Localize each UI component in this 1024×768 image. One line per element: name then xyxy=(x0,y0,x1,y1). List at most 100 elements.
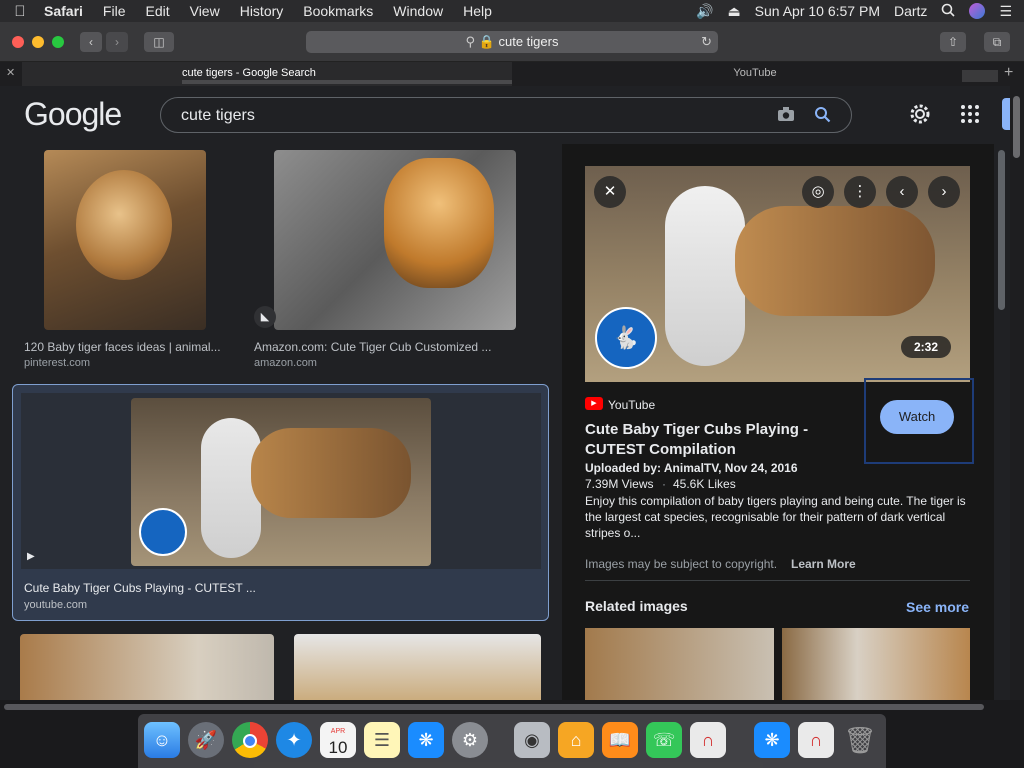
preview-title[interactable]: Cute Baby Tiger Cubs Playing - CUTEST Co… xyxy=(585,420,865,460)
lens-search-icon[interactable]: ◎ xyxy=(802,176,834,208)
menu-app-name[interactable]: Safari xyxy=(40,3,93,19)
result-image-dog-and-tiger[interactable] xyxy=(131,398,431,566)
more-options-icon[interactable]: ⋮ xyxy=(844,176,876,208)
calendar-month: APR xyxy=(330,728,346,735)
calendar-icon[interactable]: APR 10 xyxy=(320,722,356,758)
result-caption[interactable]: Amazon.com: Cute Tiger Cub Customized ..… xyxy=(254,340,491,354)
result-image-tiger-cub-white-bg[interactable] xyxy=(294,634,541,700)
finder-icon[interactable]: ☺ xyxy=(144,722,180,758)
menu-edit[interactable]: Edit xyxy=(135,3,179,19)
menu-help[interactable]: Help xyxy=(453,3,502,19)
learn-more-link[interactable]: Learn More xyxy=(791,557,856,571)
menu-file[interactable]: File xyxy=(93,3,136,19)
minimize-window-button[interactable] xyxy=(32,36,44,48)
tab-bar: ✕ cute tigers - Google Search YouTube + xyxy=(0,62,1024,86)
close-window-button[interactable] xyxy=(12,36,24,48)
results-area: 120 Baby tiger faces ideas | animal... p… xyxy=(0,144,1010,700)
copyright-notice: Images may be subject to copyright. xyxy=(585,557,778,571)
browser-toolbar: ‹ › ◫ ⚲ 🔒 cute tigers ↻ ⇧ ⧉ xyxy=(0,22,1024,62)
close-preview-icon[interactable]: ✕ xyxy=(594,176,626,208)
search-icon: ⚲ xyxy=(465,34,476,49)
result-image-tiger-on-rock[interactable] xyxy=(274,150,516,330)
menu-history[interactable]: History xyxy=(230,3,294,19)
new-tab-button[interactable]: + xyxy=(1004,62,1022,86)
notification-center-icon[interactable]: ☰ xyxy=(999,3,1012,20)
parallels-desktop-icon[interactable]: ∩ xyxy=(798,722,834,758)
close-tab-icon[interactable]: ✕ xyxy=(6,62,20,86)
launchpad-icon[interactable]: 🚀 xyxy=(188,722,224,758)
result-caption[interactable]: Cute Baby Tiger Cubs Playing - CUTEST ..… xyxy=(24,581,256,595)
google-search-box[interactable]: cute tigers xyxy=(160,97,852,133)
view-count: 7.39M Views xyxy=(585,477,654,491)
parallels-icon[interactable]: ∩ xyxy=(690,722,726,758)
home-icon[interactable]: ⌂ xyxy=(558,722,594,758)
forward-button[interactable]: › xyxy=(106,32,128,52)
menu-view[interactable]: View xyxy=(180,3,230,19)
notes-icon[interactable]: ☰ xyxy=(364,722,400,758)
image-capture-icon[interactable]: ◉ xyxy=(514,722,550,758)
share-icon[interactable]: ⇧ xyxy=(940,32,966,52)
menu-bar:  Safari File Edit View History Bookmark… xyxy=(0,0,1024,22)
previous-image-icon[interactable]: ‹ xyxy=(886,176,918,208)
youtube-logo-icon: ▶ xyxy=(585,397,603,410)
menu-bookmarks[interactable]: Bookmarks xyxy=(293,3,383,19)
result-source[interactable]: youtube.com xyxy=(24,599,87,611)
tab-youtube[interactable]: YouTube xyxy=(512,62,998,86)
apple-icon[interactable]:  xyxy=(0,3,40,20)
result-source[interactable]: pinterest.com xyxy=(24,357,90,369)
search-query[interactable]: cute tigers xyxy=(181,107,255,125)
see-more-link[interactable]: See more xyxy=(906,599,969,615)
system-preferences-icon[interactable]: ⚙ xyxy=(452,722,488,758)
volume-icon[interactable]: 🔊 xyxy=(696,3,713,20)
divider xyxy=(585,580,970,581)
result-source[interactable]: amazon.com xyxy=(254,357,317,369)
settings-gear-icon[interactable] xyxy=(908,102,932,131)
address-bar[interactable]: ⚲ 🔒 cute tigers ↻ xyxy=(306,31,718,53)
uploaded-by: Uploaded by: AnimalTV, Nov 24, 2016 xyxy=(585,461,798,475)
result-image-tiger-walking[interactable] xyxy=(20,634,274,700)
result-caption[interactable]: 120 Baby tiger faces ideas | animal... xyxy=(24,340,221,354)
related-image-dog-and-tiger[interactable] xyxy=(782,628,970,700)
trash-icon[interactable]: 🗑 xyxy=(842,722,878,758)
address-text: cute tigers xyxy=(498,34,559,49)
preview-panel: 🐇 2:32 ✕ ◎ ⋮ ‹ › ▶ YouTube Watch Cute Ba… xyxy=(562,144,994,700)
channel-avatar[interactable]: 🐇 xyxy=(595,307,657,369)
dock: ☺ 🚀 ✦ APR 10 ☰ ❋ ⚙ ◉ ⌂ 📖 ☏ ∩ ❋ ∩ 🗑 xyxy=(138,714,886,768)
search-icon[interactable] xyxy=(814,106,831,128)
selected-result-card[interactable]: ▶ Cute Baby Tiger Cubs Playing - CUTEST … xyxy=(12,384,549,621)
tab-label: YouTube xyxy=(733,67,777,79)
related-image-tiger-walking[interactable] xyxy=(585,628,774,700)
watch-button[interactable]: Watch xyxy=(880,400,954,434)
zoom-window-button[interactable] xyxy=(52,36,64,48)
back-button[interactable]: ‹ xyxy=(80,32,102,52)
siri-icon[interactable] xyxy=(969,3,986,19)
apps-grid-icon[interactable] xyxy=(960,104,980,129)
clock[interactable]: Sun Apr 10 6:57 PM xyxy=(755,3,880,19)
sidebar-toggle-icon[interactable]: ◫ xyxy=(144,32,174,52)
user-name[interactable]: Dartz xyxy=(894,3,927,19)
app-store-downloads-icon[interactable]: ❋ xyxy=(754,722,790,758)
eject-icon[interactable]: ⏏ xyxy=(727,3,740,20)
related-images-title: Related images xyxy=(585,598,688,614)
lock-icon: 🔒 xyxy=(478,34,495,49)
camera-icon[interactable] xyxy=(777,106,795,127)
result-image-baby-tiger[interactable] xyxy=(44,150,206,330)
vertical-scrollbar[interactable] xyxy=(994,144,1010,700)
chrome-icon[interactable] xyxy=(232,722,268,758)
menu-window[interactable]: Window xyxy=(383,3,453,19)
next-image-icon[interactable]: › xyxy=(928,176,960,208)
google-logo[interactable]: Google xyxy=(24,96,122,133)
page-scrollbar[interactable] xyxy=(1010,86,1024,700)
facetime-icon[interactable]: ☏ xyxy=(646,722,682,758)
app-store-icon[interactable]: ❋ xyxy=(408,722,444,758)
tabs-overview-icon[interactable]: ⧉ xyxy=(984,32,1010,52)
safari-icon[interactable]: ✦ xyxy=(276,722,312,758)
books-icon[interactable]: 📖 xyxy=(602,722,638,758)
platform-name[interactable]: YouTube xyxy=(608,398,655,412)
google-header: Google cute tigers xyxy=(0,86,1010,144)
play-icon: ▶ xyxy=(27,551,35,562)
horizontal-scrollbar[interactable] xyxy=(0,700,1024,714)
tab-google-search[interactable]: cute tigers - Google Search xyxy=(22,62,512,86)
reload-icon[interactable]: ↻ xyxy=(701,31,712,53)
spotlight-icon[interactable] xyxy=(941,3,956,20)
